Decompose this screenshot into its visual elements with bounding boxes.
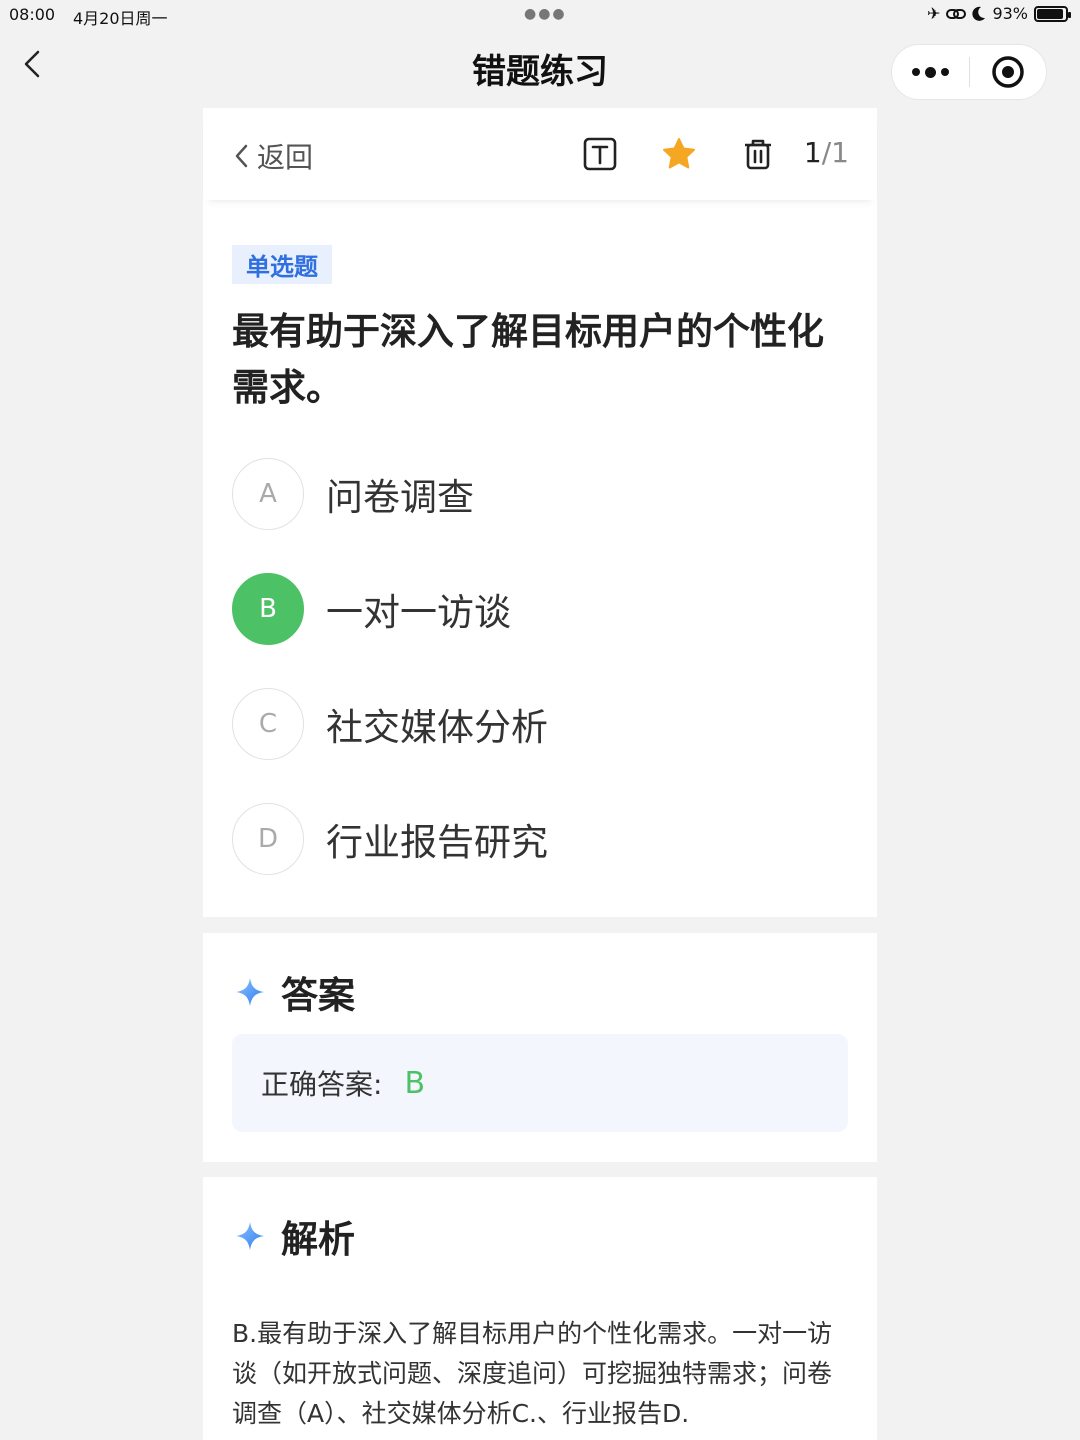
option-text: 社交媒体分析: [326, 706, 548, 749]
option-letter: A: [232, 458, 304, 530]
page-current: 1: [803, 136, 822, 169]
page-total: 1: [831, 136, 849, 169]
option-text: 一对一访谈: [326, 591, 511, 634]
battery-percent: 93%: [992, 4, 1028, 23]
status-date: 4月20日周一: [73, 9, 168, 28]
sparkle-icon: [236, 978, 264, 1006]
battery-icon: [1034, 5, 1071, 22]
more-dot-icon: [912, 68, 920, 76]
answer-heading: 答案: [235, 965, 355, 1019]
chevron-left-icon: [235, 144, 248, 168]
question-type-badge: 单选题: [232, 245, 332, 284]
back-link-label: 返回: [257, 141, 314, 174]
option-b[interactable]: B 一对一访谈: [232, 573, 792, 645]
status-bar: 08:00 4月20日周一 ●●● ✈ 93%: [0, 0, 1080, 30]
airplane-icon: ✈: [927, 4, 941, 23]
analysis-text: B.最有助于深入了解目标用户的个性化需求。一对一访谈（如开放式问题、深度追问）可…: [232, 1319, 833, 1428]
analysis-heading: 解析: [235, 1209, 355, 1263]
correct-answer-label: 正确答案:: [261, 1068, 383, 1101]
more-button[interactable]: [892, 44, 969, 100]
more-dot-icon: [941, 68, 949, 76]
page-counter: 1/1: [803, 136, 849, 169]
option-letter: D: [232, 803, 304, 875]
option-c[interactable]: C 社交媒体分析: [232, 688, 792, 760]
option-text: 行业报告研究: [326, 821, 548, 864]
question-card: 单选题 最有助于深入了解目标用户的个性化需求。 A 问卷调查 B 一对一访谈 C…: [203, 200, 877, 917]
back-link[interactable]: 返回: [233, 136, 313, 176]
answer-heading-label: 答案: [281, 974, 355, 1017]
question-toolbar: 返回 1/1: [203, 108, 877, 200]
option-text: 问卷调查: [326, 476, 474, 519]
target-close-icon: [992, 56, 1024, 88]
analysis-card: 解析 B.最有助于深入了解目标用户的个性化需求。一对一访谈（如开放式问题、深度追…: [203, 1177, 877, 1440]
option-letter: C: [232, 688, 304, 760]
text-icon[interactable]: [582, 136, 618, 172]
option-a[interactable]: A 问卷调查: [232, 458, 792, 530]
correct-answer-box: 正确答案: B: [232, 1034, 848, 1132]
status-indicators: ✈ 93%: [927, 4, 1071, 23]
status-time: 08:00: [9, 5, 56, 24]
option-d[interactable]: D 行业报告研究: [232, 803, 792, 875]
option-letter-correct: B: [232, 573, 304, 645]
answer-card: 答案 正确答案: B: [203, 933, 877, 1162]
correct-answer-value: B: [404, 1065, 426, 1101]
close-button[interactable]: [970, 44, 1046, 100]
more-dot-icon: [925, 66, 936, 78]
sparkle-icon: [236, 1222, 264, 1250]
multitask-dots-icon[interactable]: ●●●: [524, 6, 567, 22]
question-text: 最有助于深入了解目标用户的个性化需求。: [232, 310, 824, 409]
trash-icon[interactable]: [740, 136, 776, 172]
mini-program-capsule: [891, 44, 1047, 100]
moon-icon: [972, 6, 986, 21]
link-icon: [946, 8, 967, 19]
analysis-heading-label: 解析: [281, 1218, 355, 1261]
nav-bar: 错题练习: [0, 30, 1080, 108]
star-icon[interactable]: [661, 136, 697, 172]
